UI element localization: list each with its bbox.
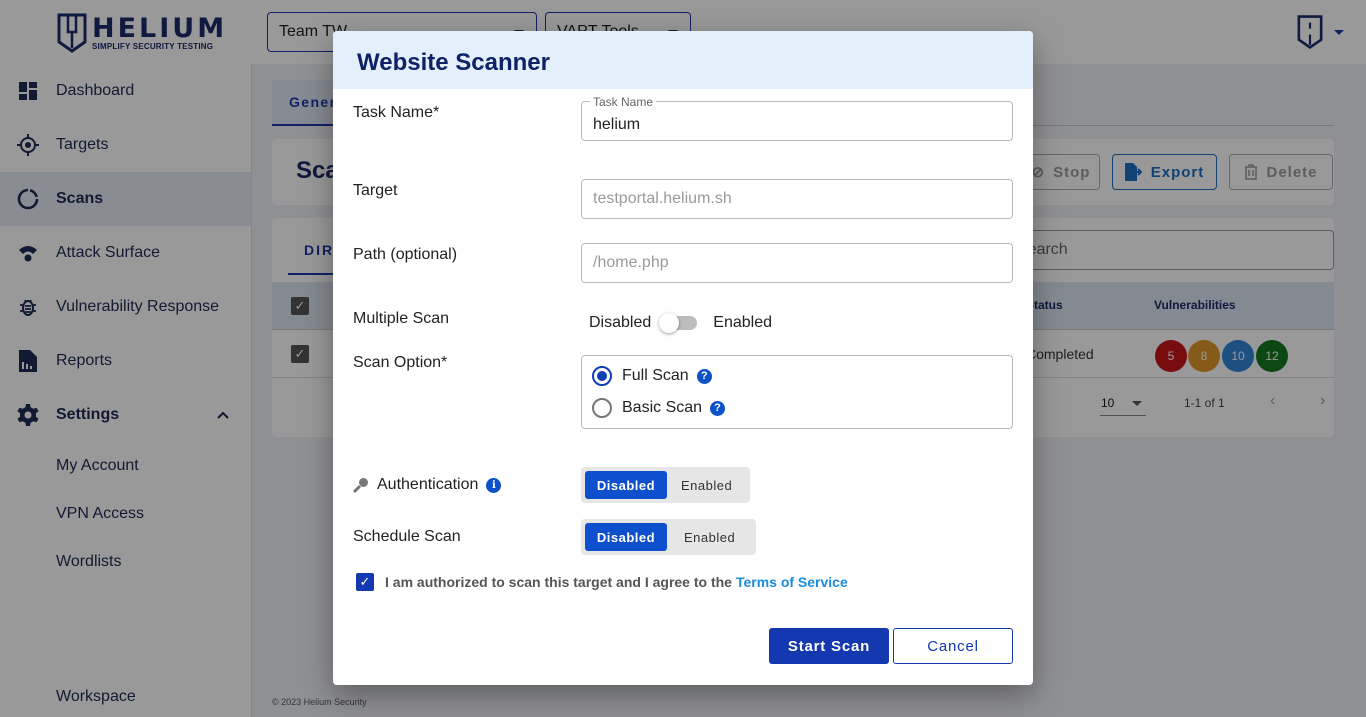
help-icon[interactable]: ? <box>696 368 712 384</box>
website-scanner-dialog: Website Scanner Task Name* Task Name Tar… <box>333 31 1033 685</box>
basic-scan-label: Basic Scan <box>622 399 703 416</box>
full-scan-label: Full Scan <box>622 367 689 384</box>
basic-scan-radio[interactable] <box>592 398 612 418</box>
task-name-floating-label: Task Name <box>590 95 657 109</box>
multiple-scan-off-label: Disabled <box>589 314 652 331</box>
task-name-label: Task Name* <box>353 104 440 121</box>
dialog-title: Website Scanner <box>357 49 550 76</box>
schedule-disabled-option[interactable]: Disabled <box>585 523 667 551</box>
target-input[interactable] <box>581 179 1013 219</box>
basic-scan-option[interactable]: Basic Scan ? <box>592 398 726 418</box>
info-icon[interactable]: i <box>486 477 502 493</box>
authentication-enabled-option[interactable]: Enabled <box>667 471 746 499</box>
scan-option-label: Scan Option* <box>353 354 448 371</box>
schedule-enabled-option[interactable]: Enabled <box>667 523 752 551</box>
multiple-scan-label: Multiple Scan <box>353 310 450 327</box>
key-icon <box>353 478 368 493</box>
schedule-scan-toggle: Disabled Enabled <box>581 519 757 555</box>
authentication-label-row: Authentication i <box>353 476 502 494</box>
terms-text: I am authorized to scan this target and … <box>385 574 732 590</box>
path-label: Path (optional) <box>353 246 458 263</box>
start-scan-button[interactable]: Start Scan <box>769 628 889 664</box>
terms-checkbox[interactable]: ✓ <box>356 573 374 591</box>
cancel-button[interactable]: Cancel <box>893 628 1013 664</box>
dialog-header: Website Scanner <box>333 31 1033 89</box>
authentication-label: Authentication <box>377 476 479 493</box>
full-scan-radio[interactable] <box>592 366 612 386</box>
scan-option-group: Full Scan ? Basic Scan ? <box>581 355 1013 429</box>
terms-of-service-link[interactable]: Terms of Service <box>736 574 848 590</box>
switch-knob <box>659 313 680 333</box>
terms-agreement: ✓ I am authorized to scan this target an… <box>356 573 848 591</box>
authentication-disabled-option[interactable]: Disabled <box>585 471 667 499</box>
multiple-scan-on-label: Enabled <box>713 314 772 331</box>
path-input[interactable] <box>581 243 1013 283</box>
multiple-scan-toggle-row: Disabled Enabled <box>589 313 772 333</box>
target-label: Target <box>353 182 398 199</box>
authentication-toggle: Disabled Enabled <box>581 467 751 503</box>
multiple-scan-switch[interactable] <box>659 313 698 333</box>
help-icon[interactable]: ? <box>710 400 726 416</box>
full-scan-option[interactable]: Full Scan ? <box>592 366 712 386</box>
schedule-scan-label: Schedule Scan <box>353 528 461 545</box>
